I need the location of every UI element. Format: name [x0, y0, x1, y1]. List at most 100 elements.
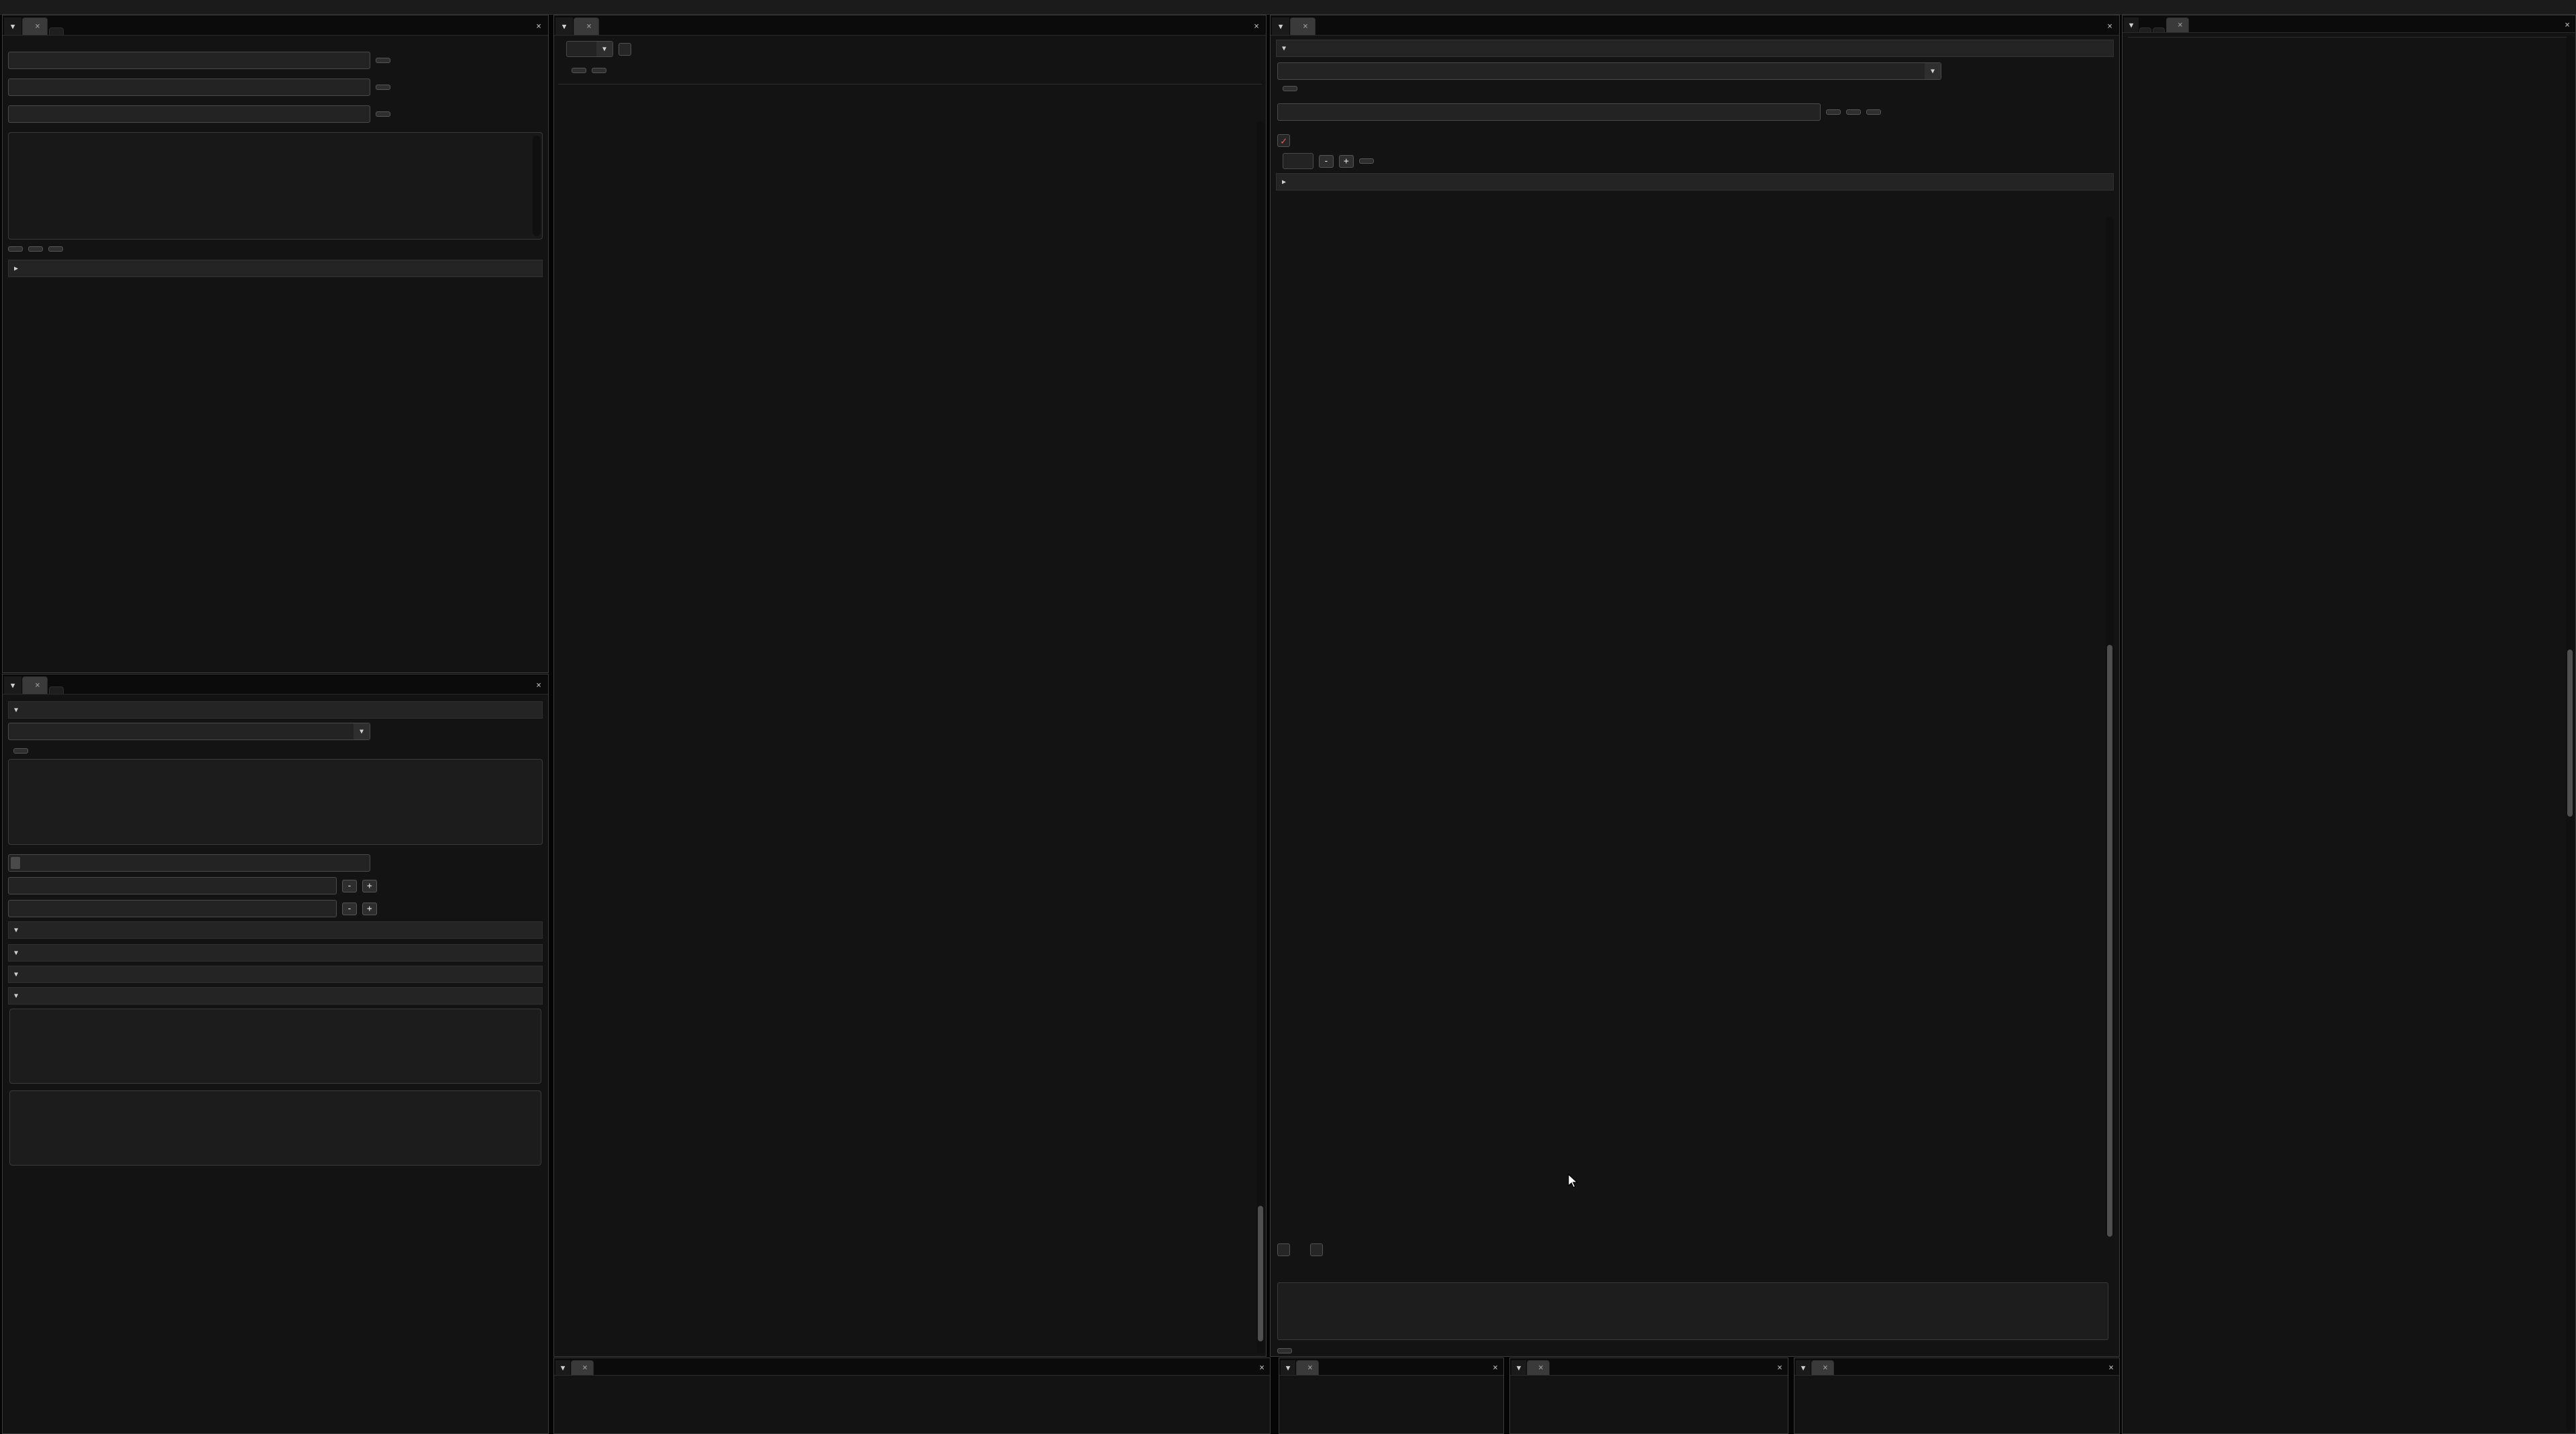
git-browse-button[interactable] — [376, 58, 390, 63]
close-icon[interactable]: × — [1823, 1363, 1828, 1373]
window-menu-icon[interactable]: ▼ — [2124, 17, 2139, 32]
output-browse-button[interactable] — [376, 111, 390, 117]
close-icon[interactable]: × — [35, 21, 40, 32]
auto-add-checkbox[interactable]: ✓ — [1277, 134, 1290, 147]
save-all-button[interactable] — [48, 246, 63, 252]
panel-close-icon[interactable]: × — [2100, 18, 2119, 35]
git-directory-input[interactable] — [8, 52, 370, 69]
fetch-models-button[interactable] — [13, 748, 28, 754]
main-context-file-input[interactable] — [8, 79, 370, 96]
update-commit-button[interactable] — [1283, 86, 1297, 91]
panel-close-icon[interactable]: × — [1247, 18, 1266, 35]
keep-pairs-input[interactable] — [1283, 153, 1313, 169]
chevron-right-icon: ▶ — [14, 265, 18, 272]
discussion-select[interactable]: ▼ — [1277, 62, 1941, 80]
history-truncation-input[interactable] — [8, 900, 337, 917]
panel-close-icon[interactable]: × — [1254, 1361, 1270, 1375]
tab-operations-hub[interactable]: × — [574, 17, 599, 35]
add-project-button[interactable] — [8, 246, 23, 252]
window-menu-icon[interactable]: ▼ — [555, 1360, 570, 1375]
panel-close-icon[interactable]: × — [529, 18, 548, 35]
tab-mma-dashboard[interactable] — [2139, 28, 2151, 32]
close-icon[interactable]: × — [2178, 20, 2183, 30]
tab-context-hub[interactable]: × — [22, 17, 48, 35]
close-icon[interactable]: × — [35, 680, 40, 690]
window-menu-icon[interactable]: ▼ — [1272, 17, 1289, 35]
tab-discussion-hub[interactable]: × — [1290, 17, 1316, 35]
system-prompts-header[interactable]: ▼ — [8, 987, 543, 1005]
close-icon[interactable]: × — [1307, 1363, 1313, 1373]
project-prompt-textarea[interactable] — [9, 1090, 541, 1166]
tab-theme[interactable] — [49, 28, 64, 35]
close-icon[interactable]: × — [1538, 1363, 1544, 1373]
minus-button[interactable]: - — [1319, 155, 1334, 168]
close-icon[interactable]: × — [582, 1363, 588, 1373]
popout-message-checkbox[interactable] — [1277, 1243, 1290, 1256]
window-menu-icon[interactable]: ▼ — [1796, 1360, 1811, 1375]
operations-hub-panel: ▼ × × ▼ — [553, 15, 1267, 1357]
window-menu-icon[interactable]: ▼ — [555, 17, 573, 35]
chevron-down-icon: ▼ — [14, 971, 18, 978]
operations-log[interactable] — [561, 121, 1252, 1355]
context-browse-button[interactable] — [376, 85, 390, 90]
tab-tier3[interactable]: × — [1527, 1360, 1550, 1375]
load-log-button[interactable] — [592, 68, 606, 73]
plus-button[interactable]: + — [1339, 155, 1354, 168]
close-icon[interactable]: × — [1303, 21, 1308, 32]
delete-button[interactable] — [1866, 109, 1881, 115]
window-menu-icon[interactable]: ▼ — [1511, 1360, 1526, 1375]
provider-select[interactable]: ▼ — [8, 723, 370, 740]
panel-close-icon[interactable]: × — [2559, 18, 2575, 32]
close-icon[interactable]: × — [586, 21, 592, 32]
popout-response-checkbox[interactable] — [1310, 1243, 1323, 1256]
chevron-down-icon: ▼ — [354, 723, 370, 739]
temperature-slider[interactable] — [8, 854, 370, 872]
discussion-entries-list[interactable] — [1277, 217, 2102, 1237]
roles-header[interactable]: ▶ — [1276, 173, 2114, 191]
tab-ai-settings[interactable]: × — [22, 676, 48, 694]
max-tokens-input[interactable] — [8, 877, 337, 894]
discussions-header[interactable]: ▼ — [1276, 40, 2114, 57]
message-error-box[interactable] — [1277, 1282, 2108, 1340]
panel-close-icon[interactable]: × — [529, 677, 548, 694]
panel-close-icon[interactable]: × — [1487, 1361, 1503, 1375]
diagnostics-scrollbar[interactable] — [2566, 36, 2574, 1431]
minus-button[interactable]: - — [342, 880, 357, 892]
create-button[interactable] — [1826, 109, 1841, 115]
menu-bar — [0, 0, 2576, 15]
popout-toolcalls-checkbox[interactable] — [619, 43, 631, 56]
window-menu-icon[interactable]: ▼ — [1281, 1360, 1295, 1375]
agent-tools-header[interactable]: ▶ — [8, 260, 543, 277]
window-menu-icon[interactable]: ▼ — [4, 676, 21, 694]
tier1-window: ▼ × × — [553, 1358, 1271, 1434]
tab-log-management[interactable] — [2153, 28, 2165, 32]
panel-close-icon[interactable]: × — [2103, 1361, 2119, 1375]
rename-button[interactable] — [1846, 109, 1861, 115]
chevron-down-icon: ▼ — [14, 950, 18, 957]
discussion-name-input[interactable] — [1277, 103, 1821, 121]
clear-button[interactable] — [572, 68, 586, 73]
new-project-button[interactable] — [28, 246, 43, 252]
discussion-scrollbar[interactable] — [2106, 217, 2114, 1237]
session-insights-header[interactable]: ▼ — [8, 966, 543, 983]
tab-tier4[interactable]: × — [1811, 1360, 1834, 1375]
tab-files-media[interactable] — [49, 686, 64, 694]
tab-tier1[interactable]: × — [571, 1360, 594, 1375]
focus-agent-select[interactable]: ▼ — [566, 41, 613, 57]
plus-button[interactable]: + — [362, 880, 377, 892]
tool-usage-header[interactable]: ▼ — [8, 944, 543, 962]
tab-tier2[interactable]: × — [1296, 1360, 1319, 1375]
truncate-button[interactable] — [1359, 158, 1374, 164]
tab-diagnostics[interactable]: × — [2166, 17, 2189, 32]
history-button[interactable] — [1277, 1348, 1292, 1353]
diagnostics-panel: ▼ × × — [2122, 15, 2576, 1434]
token-budget-header[interactable]: ▼ — [8, 921, 543, 939]
panel-close-icon[interactable]: × — [1772, 1361, 1788, 1375]
plus-button[interactable]: + — [362, 903, 377, 915]
window-menu-icon[interactable]: ▼ — [4, 17, 21, 35]
provider-model-header[interactable]: ▼ — [8, 701, 543, 719]
output-dir-input[interactable] — [8, 105, 370, 123]
global-prompt-textarea[interactable] — [9, 1009, 541, 1084]
ops-scrollbar[interactable] — [1256, 121, 1265, 1353]
minus-button[interactable]: - — [342, 903, 357, 915]
